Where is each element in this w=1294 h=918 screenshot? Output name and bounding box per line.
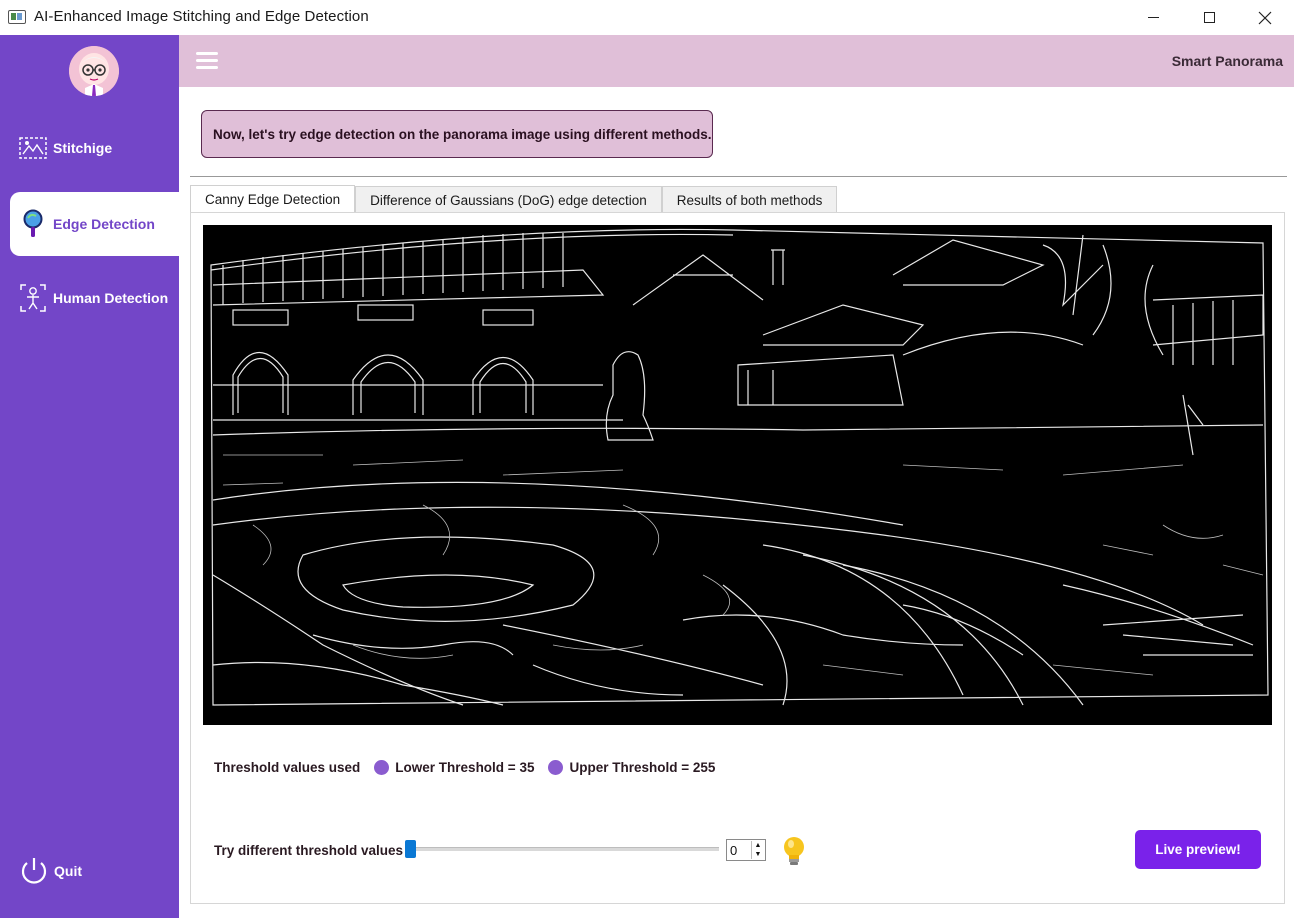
power-icon [21,858,47,884]
spin-up-icon[interactable]: ▲ [752,841,764,850]
canny-edges-render [210,228,1269,706]
quit-button[interactable]: Quit [18,855,82,887]
edge-detection-image [203,225,1272,725]
brand-label: Smart Panorama [1171,53,1283,69]
title-bar: AI-Enhanced Image Stitching and Edge Det… [0,0,1294,35]
sidebar-item-label: Stitchige [53,140,113,156]
stitch-icon [18,133,48,163]
magnifier-icon [18,209,48,239]
top-bar: Smart Panorama [179,35,1294,87]
menu-icon[interactable] [196,52,218,70]
quit-label: Quit [54,863,82,879]
upper-threshold-label: Upper Threshold = 255 [569,760,716,775]
close-button[interactable] [1236,0,1294,35]
threshold-slider[interactable] [407,847,719,851]
tab-bar: Canny Edge Detection Difference of Gauss… [190,185,838,213]
close-icon [1258,11,1272,24]
instruction-message: Now, let's try edge detection on the pan… [201,110,713,158]
upper-threshold-dot [548,760,564,775]
lightbulb-icon[interactable] [780,835,808,867]
spin-down-icon[interactable]: ▼ [752,850,764,859]
sidebar-item-stitching[interactable]: Stitchige [10,116,179,180]
threshold-spin-value: 0 [730,843,738,858]
app-icon [8,10,26,24]
live-preview-button[interactable]: Live preview! [1135,830,1261,869]
threshold-caption: Threshold values used [214,760,361,775]
threshold-spinbox[interactable]: 0 ▲ ▼ [726,839,766,861]
maximize-button[interactable] [1180,0,1238,35]
divider [190,176,1287,177]
threshold-slider-handle[interactable] [405,840,416,858]
avatar [69,46,119,96]
minimize-icon [1147,17,1159,18]
maximize-icon [1203,12,1215,23]
sidebar-item-label: Edge Detection [53,216,155,232]
minimize-button[interactable] [1124,0,1182,35]
sidebar-item-human-detection[interactable]: Human Detection [10,266,179,330]
tab-canny[interactable]: Canny Edge Detection [190,185,356,213]
tab-results[interactable]: Results of both methods [661,186,838,213]
tab-dog[interactable]: Difference of Gaussians (DoG) edge detec… [355,186,662,213]
person-scan-icon [18,283,48,313]
lower-threshold-dot [374,760,390,775]
avatar-image [69,46,119,96]
window-title: AI-Enhanced Image Stitching and Edge Det… [34,8,369,25]
threshold-info: Threshold values used Lower Threshold = … [214,760,715,775]
sidebar-item-label: Human Detection [53,290,169,306]
sidebar: Stitchige Edge Detection Human Detection… [0,35,179,918]
sidebar-item-edge-detection[interactable]: Edge Detection [10,192,179,256]
spin-buttons[interactable]: ▲ ▼ [751,841,764,859]
lower-threshold-label: Lower Threshold = 35 [395,760,535,775]
try-threshold-label: Try different threshold values [214,843,404,858]
